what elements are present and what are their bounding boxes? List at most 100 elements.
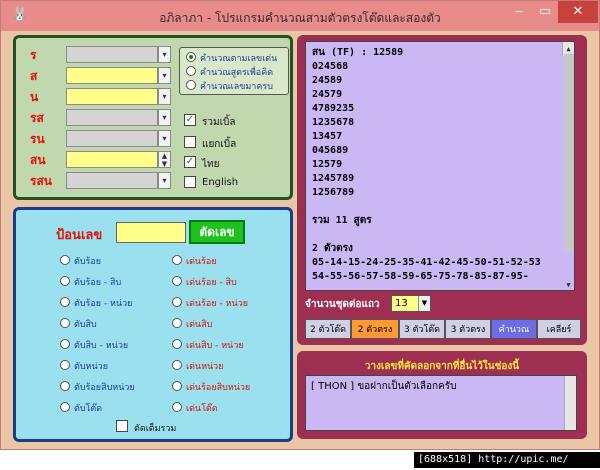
results-total: รวม 11 สูตร [312, 215, 372, 226]
row-label: ส [30, 69, 38, 83]
app-window: 🐰 อภิลาภา - โปรแกรมคำนวณสามตัวตรงโต๊ดและ… [0, 0, 600, 450]
result-line: 024568 [312, 61, 349, 72]
row-label: รน [30, 132, 45, 146]
close-button[interactable]: ✕ [558, 1, 598, 23]
checkbox-label: English [202, 177, 239, 188]
radio-icon[interactable] [60, 381, 70, 391]
row-input-rn[interactable] [66, 130, 158, 147]
radio-icon[interactable] [60, 339, 70, 349]
checkbox-label: ตัดเต็มรวม [134, 424, 177, 434]
result-line: 4789235 [312, 103, 355, 114]
paste-scrollbar[interactable] [564, 376, 576, 430]
row-input-rs[interactable] [66, 109, 158, 126]
result-line: 24589 [312, 75, 343, 86]
checkbox-label: รวมเบิ้ล [202, 117, 236, 128]
results-textarea[interactable]: สน (TF) : 12589 024568 24589 24579 47892… [305, 41, 575, 291]
cut-number-button[interactable]: ตัดเลข [189, 220, 245, 244]
clear-button[interactable]: เคลียร์ [537, 319, 581, 339]
result-line: 1256789 [312, 187, 355, 198]
checkbox-cut-full[interactable] [116, 420, 128, 432]
radio-icon[interactable] [172, 255, 182, 265]
option-label: ตับสิบ [74, 320, 97, 330]
row-label: รสน [30, 174, 52, 188]
action-tabbar: 2 ตัวโต๊ด 2 ตัวตรง 3 ตัวโต๊ด 3 ตัวตรง คำ… [305, 319, 581, 339]
row-n: น ▾ [16, 88, 176, 106]
option-label: ตับสิบ - หน่วย [74, 341, 129, 351]
row-rn: รน ▾ [16, 130, 176, 148]
result-line: 045689 [312, 145, 349, 156]
radio-icon[interactable] [60, 402, 70, 412]
results-scrollbar[interactable]: ▲ ▼ [562, 42, 574, 289]
paste-text: [ THON ] ขอฝากเป็นตัวเลือกครับ [311, 381, 457, 392]
row-input-s[interactable] [66, 67, 158, 84]
calculate-button[interactable]: คำนวณ [491, 319, 537, 339]
results-panel: สน (TF) : 12589 024568 24589 24579 47892… [297, 35, 587, 345]
mode-radio-group: คำนวณตามเลขเด่น คำนวณสูตรเพื่อคิด คำนวณเ… [179, 47, 289, 95]
chevron-down-icon[interactable]: ▼ [418, 296, 430, 311]
dropdown-arrow-icon[interactable]: ▾ [158, 109, 171, 126]
row-input-r[interactable] [66, 46, 158, 63]
option-label: ตับร้อยสิบหน่วย [74, 383, 135, 393]
input-number-label: ป้อนเลข [56, 228, 103, 243]
mode-label-2: คำนวณสูตรเพื่อคิด [200, 68, 274, 78]
row-input-rsn[interactable] [66, 172, 158, 189]
option-label: ตับร้อย - สิบ [74, 278, 122, 288]
row-r: ร ▾ [16, 46, 176, 64]
mode-label-1: คำนวณตามเลขเด่น [200, 54, 278, 64]
dropdown-arrow-icon[interactable]: ▾ [158, 172, 171, 189]
mode-label-3: คำนวณเลขมาครบ [200, 82, 273, 92]
option-label: เด่นร้อย - หน่วย [186, 299, 248, 309]
radio-icon[interactable] [172, 402, 182, 412]
option-label: ตับร้อย - หน่วย [74, 299, 133, 309]
row-input-sn[interactable] [66, 151, 158, 168]
checkbox-english[interactable] [184, 176, 196, 188]
row-rsn: รสน ▾ [16, 172, 176, 190]
radio-icon[interactable] [60, 276, 70, 286]
tab-3-trong[interactable]: 3 ตัวตรง [445, 319, 491, 339]
dropdown-arrow-icon[interactable]: ▾ [158, 46, 171, 63]
checkbox-thai[interactable]: ✓ [184, 156, 196, 168]
mode-radio-1[interactable] [186, 52, 196, 62]
mode-radio-3[interactable] [186, 80, 196, 90]
dropdown-arrow-icon[interactable]: ▾ [158, 130, 171, 147]
number-input[interactable] [116, 222, 186, 243]
checkbox-split-double[interactable] [184, 136, 196, 148]
checkbox-combine-double[interactable]: ✓ [184, 114, 196, 126]
option-label: เด่นสิบ [186, 320, 213, 330]
minimize-button[interactable]: ‒ [506, 1, 532, 23]
row-input-n[interactable] [66, 88, 158, 105]
paste-textarea[interactable]: [ THON ] ขอฝากเป็นตัวเลือกครับ [305, 375, 577, 431]
row-label: ร [30, 48, 37, 62]
dropdown-arrow-icon[interactable]: ▾ [158, 88, 171, 105]
row-sn: สน ▲ ▼ [16, 151, 176, 169]
radio-icon[interactable] [60, 255, 70, 265]
radio-icon[interactable] [172, 297, 182, 307]
radio-icon[interactable] [172, 360, 182, 370]
option-label: เด่นร้อย [186, 257, 217, 267]
dropdown-arrow-icon[interactable]: ▾ [158, 67, 171, 84]
tab-2-trong[interactable]: 2 ตัวตรง [351, 319, 399, 339]
maximize-button[interactable]: ▭ [532, 1, 558, 23]
radio-icon[interactable] [60, 318, 70, 328]
radio-icon[interactable] [172, 381, 182, 391]
radio-icon[interactable] [172, 339, 182, 349]
radio-icon[interactable] [60, 360, 70, 370]
spin-up-icon[interactable]: ▲ [159, 152, 170, 160]
mode-radio-2[interactable] [186, 66, 196, 76]
per-row-select[interactable]: 13 ▼ [391, 295, 431, 312]
option-label: เด่นร้อย - สิบ [186, 278, 237, 288]
scroll-down-icon[interactable]: ▼ [563, 278, 574, 289]
option-label: ตับโต๊ด [74, 404, 103, 414]
radio-icon[interactable] [172, 318, 182, 328]
option-label: เด่นร้อยสิบหน่วย [186, 383, 251, 393]
tab-2-tod[interactable]: 2 ตัวโต๊ด [305, 319, 351, 339]
spinner-control[interactable]: ▲ ▼ [158, 151, 171, 168]
result-line: 1235678 [312, 117, 355, 128]
scroll-thumb[interactable] [564, 54, 574, 252]
spin-down-icon[interactable]: ▼ [159, 160, 170, 168]
scroll-up-icon[interactable]: ▲ [563, 42, 574, 53]
per-row-label: จำนวนชุดต่อแถว [305, 299, 380, 310]
radio-icon[interactable] [60, 297, 70, 307]
tab-3-tod[interactable]: 3 ตัวโต๊ด [399, 319, 445, 339]
radio-icon[interactable] [172, 276, 182, 286]
